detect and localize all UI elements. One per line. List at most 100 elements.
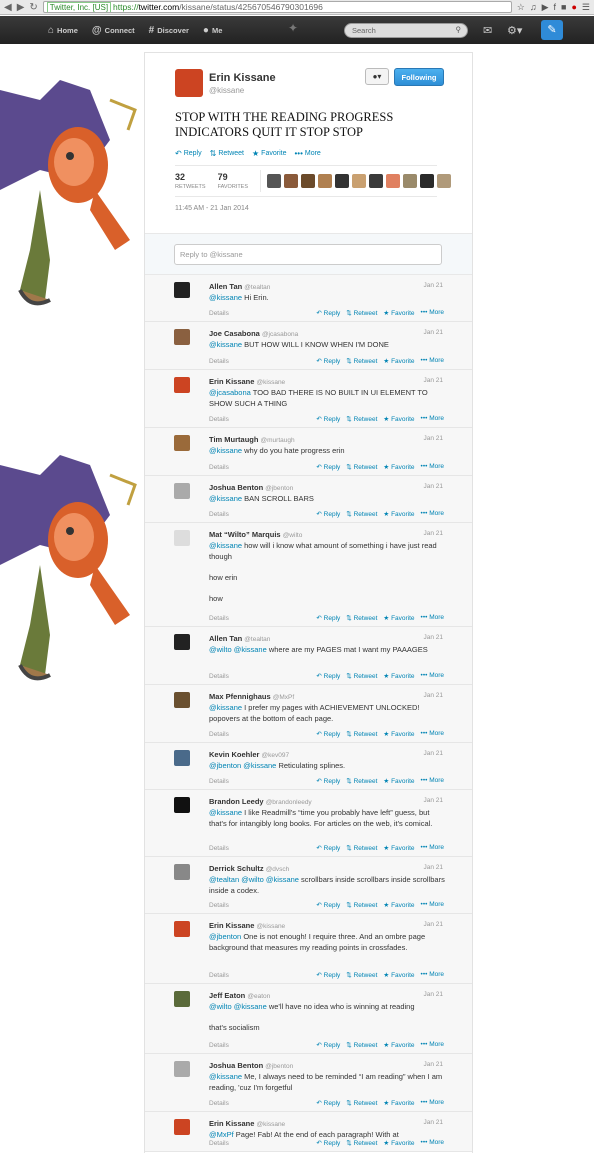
reply-mentions[interactable]: @MxPf bbox=[209, 1130, 234, 1139]
more-button[interactable]: ••• More bbox=[421, 463, 444, 471]
retweet-button[interactable]: ⇅ Retweet bbox=[346, 309, 377, 317]
retweet-button[interactable]: ⇅ Retweet bbox=[346, 971, 377, 979]
reply-author-name[interactable]: Joe Casabona bbox=[209, 329, 260, 338]
favorite-count[interactable]: 79 FAVORITES bbox=[218, 172, 248, 190]
favoriter-avatar[interactable] bbox=[352, 174, 367, 188]
more-button[interactable]: ••• More bbox=[421, 1041, 444, 1049]
favorite-button[interactable]: ★ Favorite bbox=[383, 1139, 414, 1147]
favorite-button[interactable]: ★ Favorite bbox=[383, 510, 414, 518]
author-name[interactable]: Erin Kissane bbox=[209, 72, 276, 84]
details-link[interactable]: Details bbox=[209, 464, 316, 471]
reply-time[interactable]: Jan 21 bbox=[423, 692, 443, 699]
twitter-bird-icon[interactable]: ✦ bbox=[288, 21, 298, 35]
back-icon[interactable]: ◀ bbox=[4, 2, 12, 13]
reply-author-name[interactable]: Brandon Leedy bbox=[209, 797, 264, 806]
more-button[interactable]: ••• More bbox=[421, 510, 444, 518]
favoriter-avatar[interactable] bbox=[284, 174, 299, 188]
reply-author-handle[interactable]: @kev097 bbox=[262, 752, 290, 759]
reply-button[interactable]: ↶ Reply bbox=[316, 309, 340, 317]
more-button[interactable]: ••• More bbox=[421, 415, 444, 423]
reply-button[interactable]: ↶ Reply bbox=[175, 149, 202, 158]
reply-author-handle[interactable]: @jbenton bbox=[265, 485, 293, 492]
more-button[interactable]: ••• More bbox=[421, 357, 444, 365]
details-link[interactable]: Details bbox=[209, 845, 316, 852]
reply-author-handle[interactable]: @kissane bbox=[257, 379, 286, 386]
reply-button[interactable]: ↶ Reply bbox=[316, 463, 340, 471]
favorite-button[interactable]: ★ Favorite bbox=[383, 901, 414, 909]
headphones-icon[interactable]: ♫ bbox=[530, 2, 537, 12]
favoriter-avatar[interactable] bbox=[301, 174, 316, 188]
reply-mentions[interactable]: @jbenton bbox=[209, 932, 241, 941]
gear-icon[interactable]: ⚙▾ bbox=[507, 24, 522, 37]
retweet-button[interactable]: ⇅ Retweet bbox=[346, 415, 377, 423]
retweet-button[interactable]: ⇅ Retweet bbox=[346, 730, 377, 738]
details-link[interactable]: Details bbox=[209, 416, 316, 423]
reply-mentions[interactable]: @jbenton @kissane bbox=[209, 761, 276, 770]
details-link[interactable]: Details bbox=[209, 1100, 316, 1107]
reply-tweet[interactable]: Mat “Wilto” Marquis @wilto Jan 21 @kissane… bbox=[145, 523, 472, 627]
retweet-button[interactable]: ⇅ Retweet bbox=[346, 357, 377, 365]
more-button[interactable]: ••• More bbox=[421, 1099, 444, 1107]
reply-tweet[interactable]: Joe Casabona @jcasabona Jan 21 @kissane BU… bbox=[145, 322, 472, 370]
retweet-button[interactable]: ⇅ Retweet bbox=[346, 463, 377, 471]
more-button[interactable]: ••• More bbox=[421, 730, 444, 738]
favoriter-avatar[interactable] bbox=[267, 174, 282, 188]
reply-button[interactable]: ↶ Reply bbox=[316, 1099, 340, 1107]
retweet-button[interactable]: ⇅ Retweet bbox=[210, 149, 244, 158]
reply-time[interactable]: Jan 21 bbox=[423, 377, 443, 384]
reply-author-handle[interactable]: @brandonleedy bbox=[266, 799, 312, 806]
details-link[interactable]: Details bbox=[209, 1042, 316, 1049]
details-link[interactable]: Details bbox=[209, 358, 316, 365]
reply-button[interactable]: ↶ Reply bbox=[316, 614, 340, 622]
retweet-button[interactable]: ⇅ Retweet bbox=[346, 672, 377, 680]
nav-home[interactable]: ⌂ Home bbox=[48, 25, 78, 36]
retweet-button[interactable]: ⇅ Retweet bbox=[346, 1099, 377, 1107]
avatar[interactable] bbox=[174, 797, 190, 813]
reply-tweet[interactable]: Allen Tan @tealtan Jan 21 @wilto @kissane … bbox=[145, 627, 472, 685]
avatar[interactable] bbox=[174, 377, 190, 393]
reply-author-handle[interactable]: @kissane bbox=[257, 1121, 286, 1128]
details-link[interactable]: Details bbox=[209, 902, 316, 909]
nav-discover[interactable]: # Discover bbox=[149, 25, 189, 36]
reply-time[interactable]: Jan 21 bbox=[423, 797, 443, 804]
favoriter-avatar[interactable] bbox=[437, 174, 452, 188]
reply-mentions[interactable]: @kissane bbox=[209, 703, 242, 712]
reply-time[interactable]: Jan 21 bbox=[423, 750, 443, 757]
reply-author-name[interactable]: Erin Kissane bbox=[209, 377, 254, 386]
reply-button[interactable]: ↶ Reply bbox=[316, 510, 340, 518]
bookmark-star-icon[interactable]: ☆ bbox=[517, 2, 525, 13]
reply-author-name[interactable]: Jeff Eaton bbox=[209, 991, 245, 1000]
favoriter-avatar[interactable] bbox=[369, 174, 384, 188]
details-link[interactable]: Details bbox=[209, 310, 316, 317]
more-button[interactable]: ••• More bbox=[421, 672, 444, 680]
retweet-button[interactable]: ⇅ Retweet bbox=[346, 614, 377, 622]
details-link[interactable]: Details bbox=[209, 778, 316, 785]
retweet-button[interactable]: ⇅ Retweet bbox=[346, 844, 377, 852]
reply-mentions[interactable]: @kissane bbox=[209, 446, 242, 455]
favorite-button[interactable]: ★ Favorite bbox=[383, 415, 414, 423]
reply-time[interactable]: Jan 21 bbox=[423, 329, 443, 336]
favoriter-avatar[interactable] bbox=[403, 174, 418, 188]
url-field[interactable]: Twitter, Inc. [US] https://twitter.com/k… bbox=[42, 1, 512, 13]
ev-certificate-badge[interactable]: Twitter, Inc. [US] bbox=[46, 2, 112, 12]
details-link[interactable]: Details bbox=[209, 673, 316, 680]
reply-time[interactable]: Jan 21 bbox=[423, 282, 443, 289]
reply-author-name[interactable]: Erin Kissane bbox=[209, 921, 254, 930]
favorite-button[interactable]: ★ Favorite bbox=[252, 149, 286, 158]
retweet-button[interactable]: ⇅ Retweet bbox=[346, 777, 377, 785]
favoriter-avatar[interactable] bbox=[335, 174, 350, 188]
favorite-button[interactable]: ★ Favorite bbox=[383, 730, 414, 738]
reply-tweet[interactable]: Joshua Benton @jbenton Jan 21 @kissane BAN… bbox=[145, 476, 472, 523]
favorite-button[interactable]: ★ Favorite bbox=[383, 614, 414, 622]
reply-author-handle[interactable]: @tealtan bbox=[244, 284, 270, 291]
reply-author-name[interactable]: Joshua Benton bbox=[209, 1061, 263, 1070]
function-icon[interactable]: f bbox=[554, 2, 557, 12]
reply-author-handle[interactable]: @tealtan bbox=[244, 636, 270, 643]
reply-button[interactable]: ↶ Reply bbox=[316, 415, 340, 423]
avatar[interactable] bbox=[174, 750, 190, 766]
reply-author-name[interactable]: Max Pfennighaus bbox=[209, 692, 271, 701]
reply-tweet[interactable]: Tim Murtaugh @murtaugh Jan 21 @kissane why… bbox=[145, 428, 472, 476]
reply-button[interactable]: ↶ Reply bbox=[316, 1041, 340, 1049]
favorite-button[interactable]: ★ Favorite bbox=[383, 357, 414, 365]
favoriter-avatar[interactable] bbox=[386, 174, 401, 188]
